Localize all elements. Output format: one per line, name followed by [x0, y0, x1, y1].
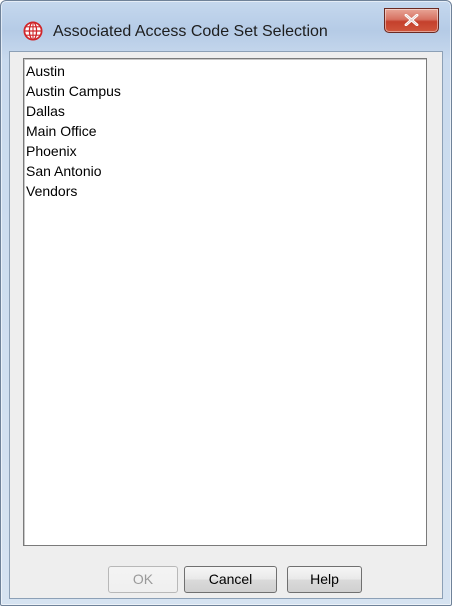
access-code-set-list[interactable]: Austin Austin Campus Dallas Main Office … — [23, 58, 427, 546]
list-item[interactable]: Dallas — [26, 101, 421, 121]
list-item[interactable]: Main Office — [26, 121, 421, 141]
list-item[interactable]: Austin — [26, 61, 421, 81]
cancel-button[interactable]: Cancel — [184, 566, 277, 593]
list-item[interactable]: Austin Campus — [26, 81, 421, 101]
close-x-icon — [404, 14, 419, 26]
help-button[interactable]: Help — [287, 566, 362, 593]
dialog-body: Austin Austin Campus Dallas Main Office … — [9, 51, 443, 599]
list-item[interactable]: Vendors — [26, 181, 421, 201]
globe-grid-icon — [23, 21, 43, 41]
close-button[interactable] — [384, 8, 439, 33]
dialog-window: Associated Access Code Set Selection Aus… — [0, 0, 452, 606]
window-title: Associated Access Code Set Selection — [53, 23, 328, 40]
ok-button[interactable]: OK — [108, 566, 178, 593]
list-item[interactable]: San Antonio — [26, 161, 421, 181]
list-item[interactable]: Phoenix — [26, 141, 421, 161]
title-bar[interactable]: Associated Access Code Set Selection — [1, 1, 451, 51]
